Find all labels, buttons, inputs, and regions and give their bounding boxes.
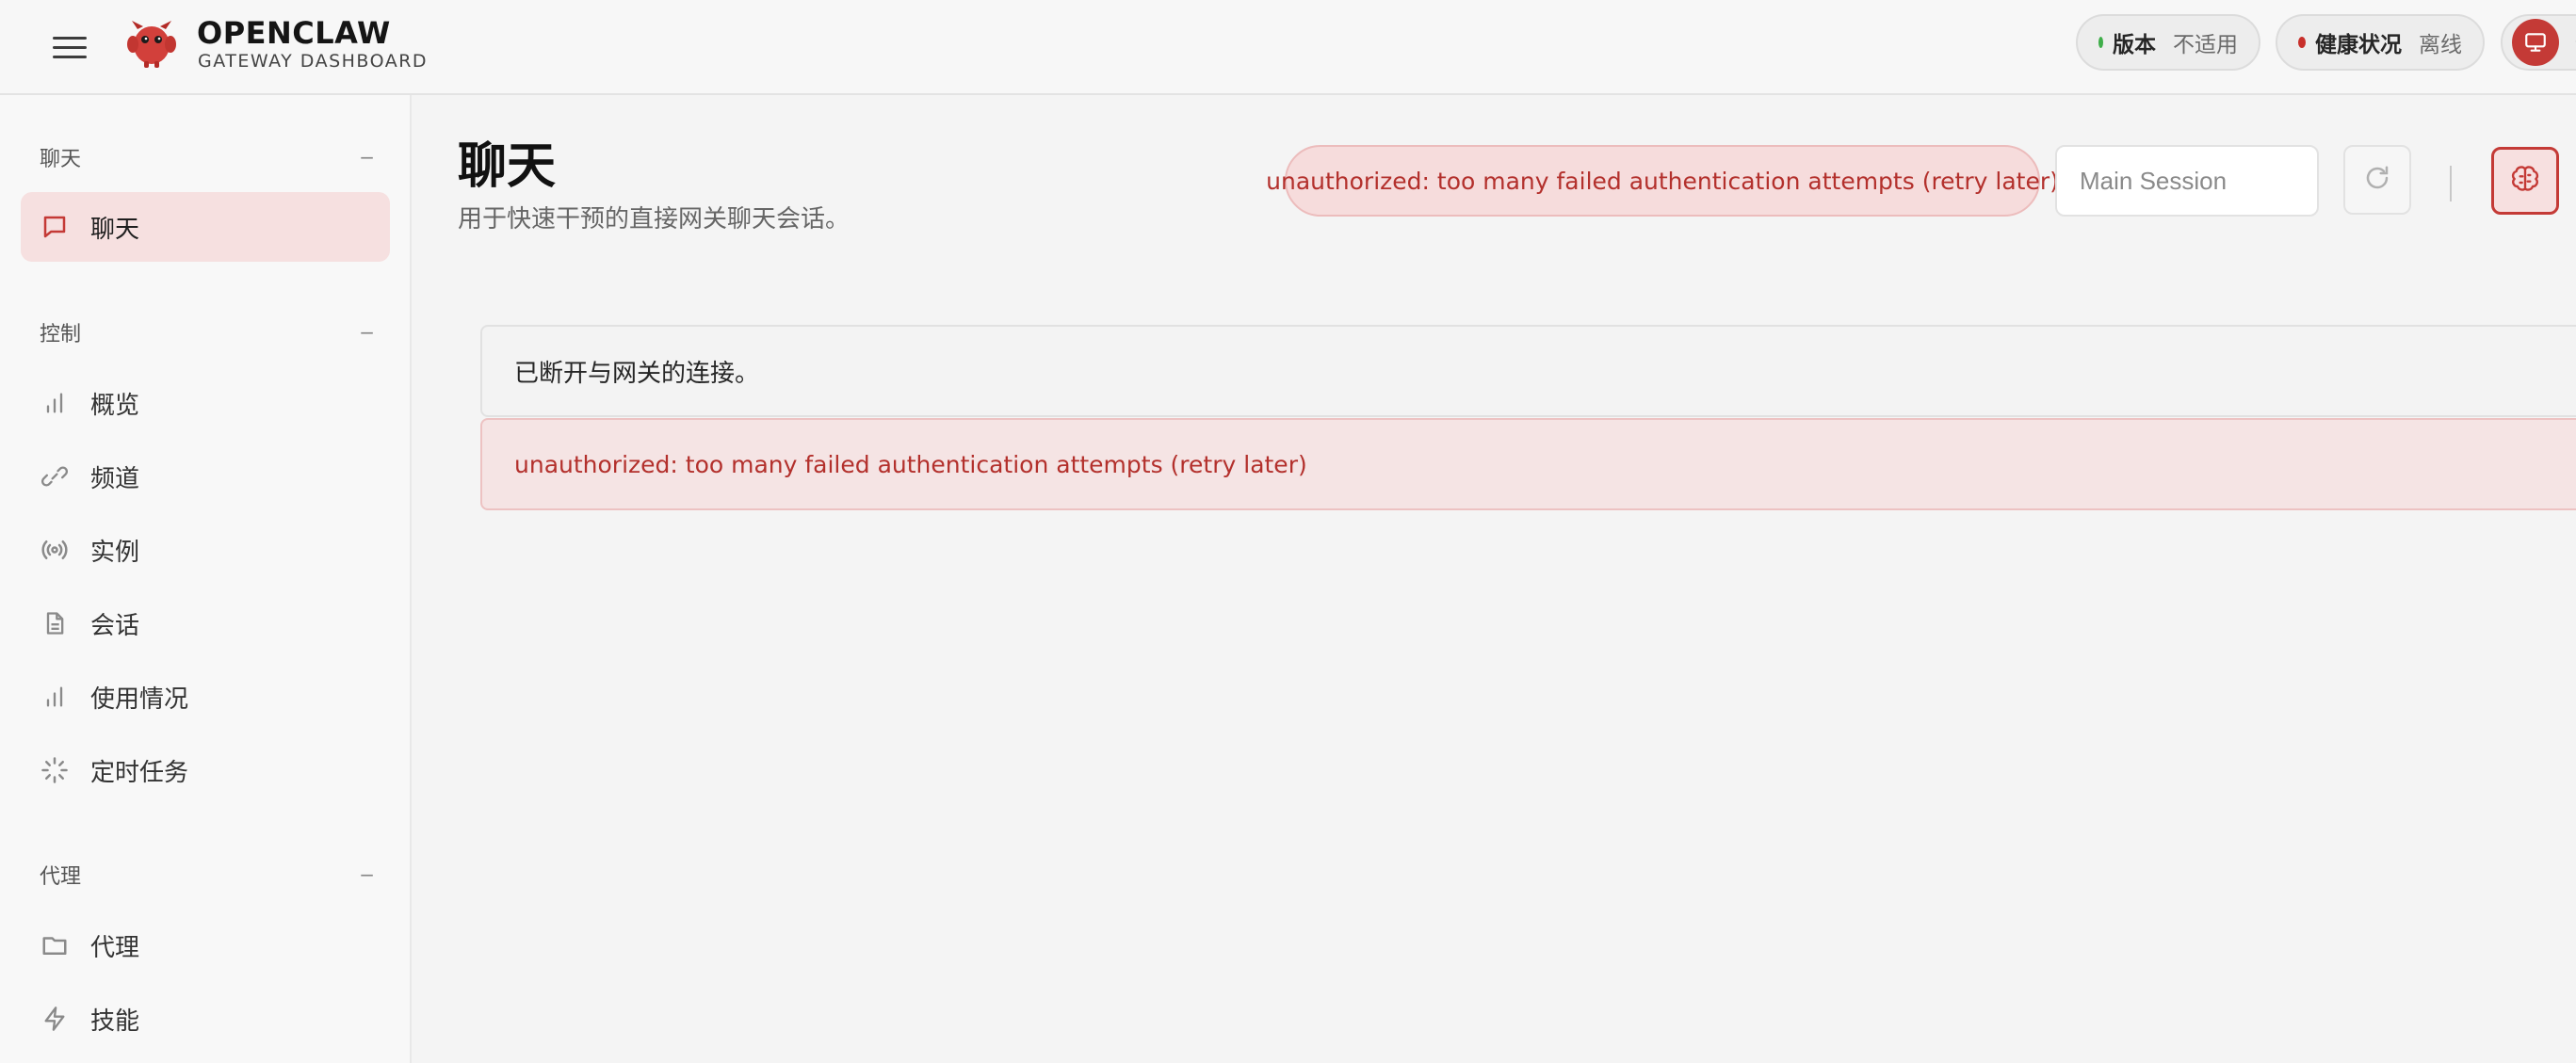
brand-title: OPENCLAW <box>197 15 391 51</box>
collapse-icon[interactable]: − <box>359 146 375 169</box>
health-badge[interactable]: 健康状况 离线 <box>2276 14 2485 71</box>
folder-icon <box>40 930 70 960</box>
status-ok-dot-icon <box>2098 37 2103 48</box>
version-value: 不适用 <box>2173 33 2238 57</box>
spinner-icon <box>40 755 70 785</box>
error-message: unauthorized: too many failed authentica… <box>480 418 2576 510</box>
health-label: 健康状况 <box>2315 33 2402 57</box>
sidebar-section-control[interactable]: 控制 − <box>40 317 375 347</box>
sidebar-item-agents[interactable]: 代理 <box>21 910 390 980</box>
sidebar-item-label: 实例 <box>90 538 140 567</box>
display-mode-toggle[interactable]: ☼ <box>2501 14 2576 71</box>
sidebar-item-cron-jobs[interactable]: 定时任务 <box>21 735 390 805</box>
thinking-toggle-button[interactable] <box>2491 147 2559 215</box>
section-title: 控制 <box>40 323 82 346</box>
sidebar-item-label: 使用情况 <box>90 685 189 714</box>
brain-icon <box>2510 164 2540 198</box>
sidebar-section-agents[interactable]: 代理 − <box>40 860 375 890</box>
sidebar-item-label: 聊天 <box>90 215 140 244</box>
error-banner: unauthorized: too many failed authentica… <box>1266 145 2059 217</box>
collapse-icon[interactable]: − <box>359 321 375 344</box>
version-label: 版本 <box>2113 33 2156 57</box>
session-input[interactable] <box>2055 145 2319 217</box>
sidebar-item-skills[interactable]: 技能 <box>21 984 390 1054</box>
page-title: 聊天 <box>458 138 557 195</box>
sidebar-section-chat[interactable]: 聊天 − <box>40 142 375 172</box>
sidebar-item-sessions[interactable]: 会话 <box>21 588 390 658</box>
document-icon <box>40 608 70 638</box>
sidebar-item-label: 定时任务 <box>90 758 189 787</box>
bar-chart-icon <box>40 388 70 418</box>
broadcast-icon <box>40 535 70 565</box>
sidebar-item-label: 频道 <box>90 464 140 493</box>
refresh-icon <box>2363 164 2391 196</box>
sidebar-item-chat[interactable]: 聊天 <box>21 192 390 262</box>
openclaw-logo-icon <box>124 16 179 71</box>
version-badge[interactable]: 版本 不适用 <box>2076 14 2260 71</box>
section-title: 代理 <box>40 865 82 889</box>
sidebar-item-channels[interactable]: 频道 <box>21 442 390 511</box>
link-icon <box>40 461 70 491</box>
sidebar-item-instances[interactable]: 实例 <box>21 515 390 585</box>
page-subtitle: 用于快速干预的直接网关聊天会话。 <box>458 205 851 234</box>
bar-chart-icon <box>40 682 70 712</box>
sidebar-item-label: 技能 <box>90 1007 140 1036</box>
sidebar-item-label: 代理 <box>90 933 140 962</box>
lightning-icon <box>40 1004 70 1034</box>
disconnected-message: 已断开与网关的连接。 <box>480 325 2576 417</box>
collapse-icon[interactable]: − <box>359 863 375 886</box>
sidebar-item-label: 概览 <box>90 391 140 420</box>
section-title: 聊天 <box>40 148 82 171</box>
status-offline-dot-icon <box>2298 37 2306 48</box>
toolbar-divider <box>2450 166 2452 201</box>
sidebar-item-usage[interactable]: 使用情况 <box>21 662 390 732</box>
chat-bubble-icon <box>40 212 70 242</box>
sidebar-item-overview[interactable]: 概览 <box>21 368 390 438</box>
top-bar: OPENCLAW GATEWAY DASHBOARD 版本 不适用 健康状况 离… <box>0 0 2576 95</box>
health-value: 离线 <box>2419 33 2462 57</box>
sidebar-item-label: 会话 <box>90 611 140 640</box>
monitor-icon[interactable] <box>2512 19 2559 66</box>
sidebar: 聊天 − 聊天 控制 − 概览 频道 实例 会话 使用情况 定时任务 代理 − … <box>0 95 412 1063</box>
refresh-button[interactable] <box>2343 145 2411 215</box>
brand-subtitle: GATEWAY DASHBOARD <box>198 51 429 72</box>
menu-icon[interactable] <box>53 30 87 64</box>
